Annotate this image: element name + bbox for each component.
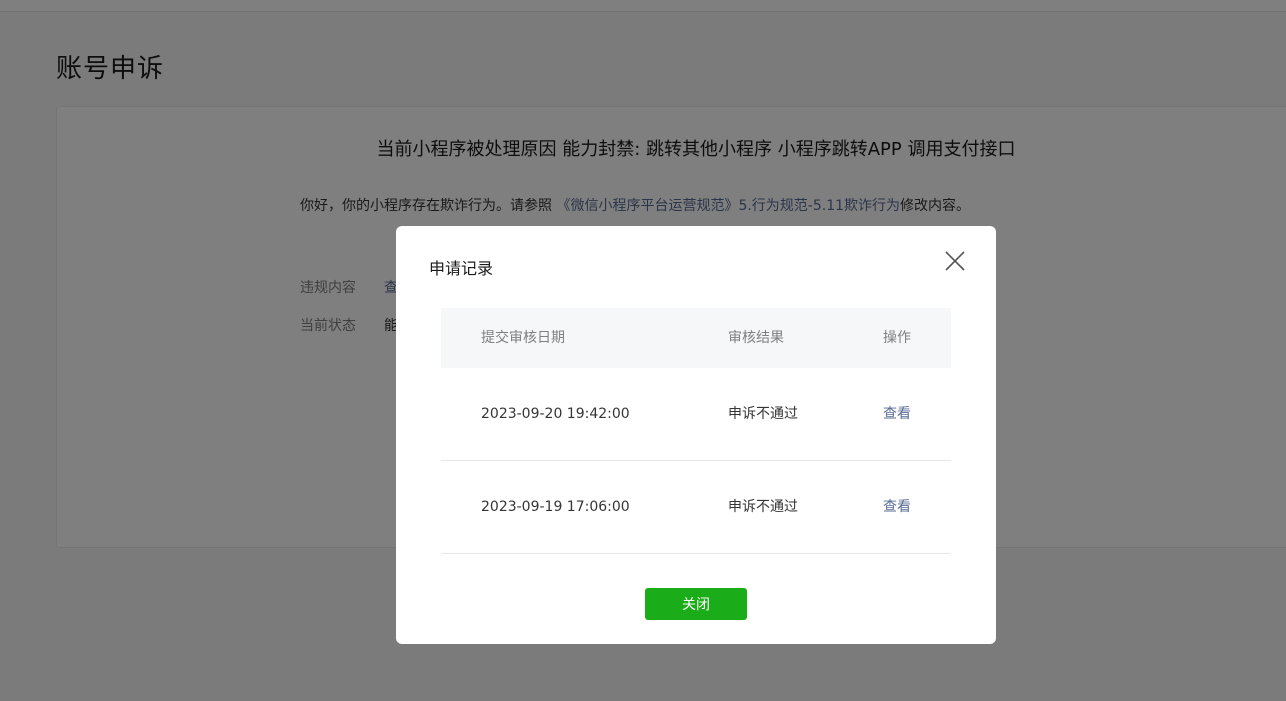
table-row: 2023-09-19 17:06:00 申诉不通过 查看 — [441, 461, 951, 554]
row-result: 申诉不通过 — [728, 406, 798, 422]
appeal-records-dialog: 申请记录 提交审核日期 审核结果 操作 2023-09-20 19:42:00 … — [396, 226, 996, 644]
records-table: 提交审核日期 审核结果 操作 2023-09-20 19:42:00 申诉不通过… — [441, 308, 951, 554]
column-header-result: 审核结果 — [728, 330, 784, 346]
column-header-action: 操作 — [883, 330, 911, 346]
close-icon[interactable] — [942, 248, 968, 274]
table-header: 提交审核日期 审核结果 操作 — [441, 308, 951, 368]
close-button[interactable]: 关闭 — [645, 588, 747, 620]
column-header-date: 提交审核日期 — [481, 330, 565, 346]
row-date: 2023-09-20 19:42:00 — [481, 406, 630, 422]
dialog-title: 申请记录 — [429, 259, 494, 278]
row-date: 2023-09-19 17:06:00 — [481, 499, 630, 515]
view-record-link[interactable]: 查看 — [883, 368, 911, 460]
row-result: 申诉不通过 — [728, 499, 798, 515]
page: 账号申诉 当前小程序被处理原因 能力封禁: 跳转其他小程序 小程序跳转APP 调… — [0, 0, 1286, 701]
table-row: 2023-09-20 19:42:00 申诉不通过 查看 — [441, 368, 951, 461]
view-record-link[interactable]: 查看 — [883, 461, 911, 553]
